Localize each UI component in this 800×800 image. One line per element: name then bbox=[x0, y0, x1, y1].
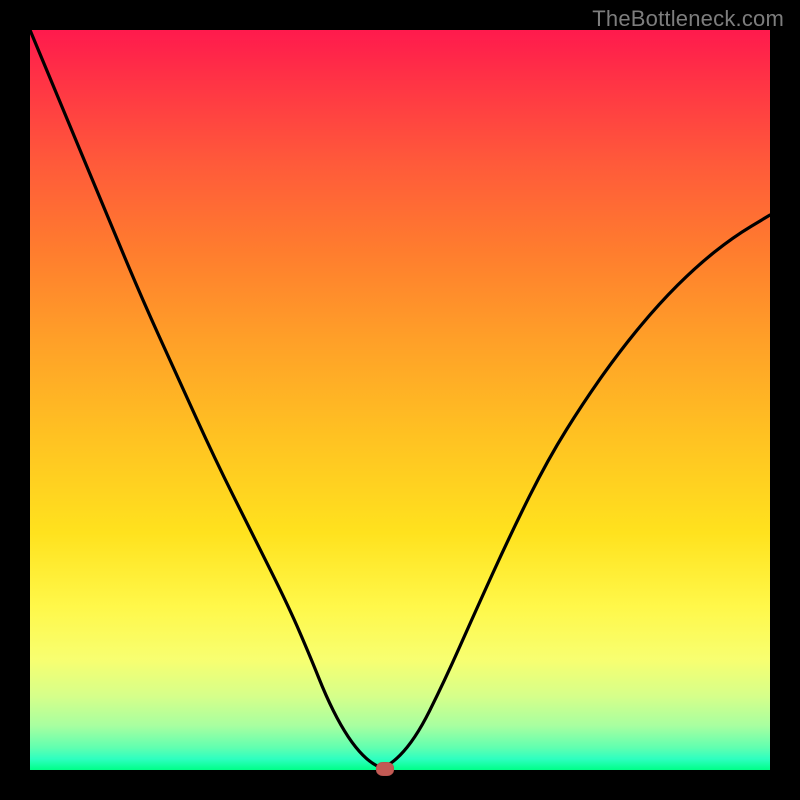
current-config-marker bbox=[376, 762, 394, 776]
chart-frame: TheBottleneck.com bbox=[0, 0, 800, 800]
bottleneck-curve-path bbox=[30, 30, 770, 767]
bottleneck-curve-svg bbox=[0, 0, 800, 800]
watermark-text: TheBottleneck.com bbox=[592, 6, 784, 32]
